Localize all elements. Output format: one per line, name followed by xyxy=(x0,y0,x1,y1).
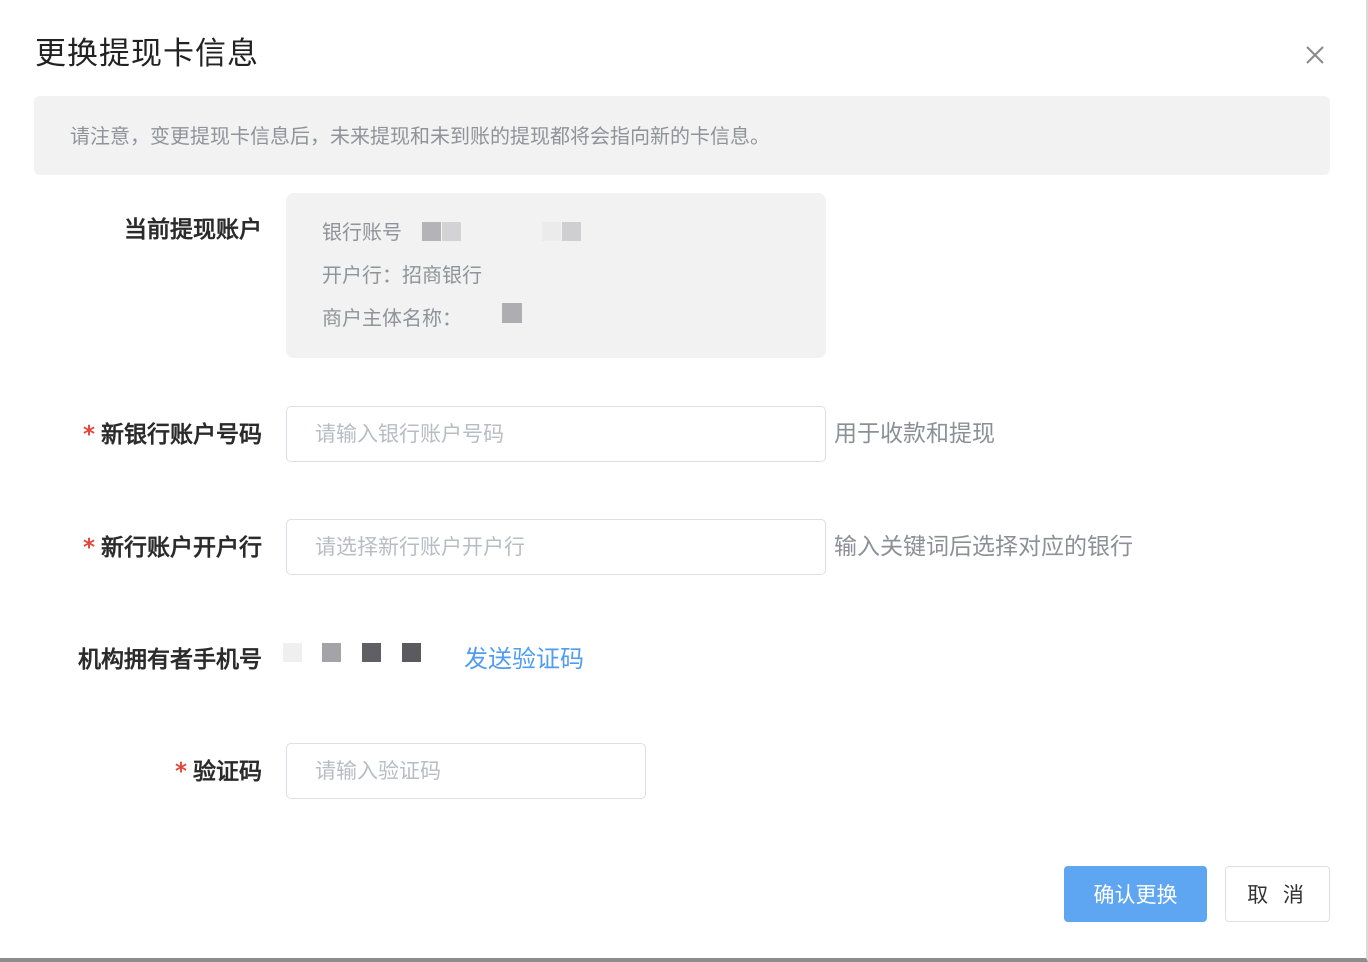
change-withdrawal-card-dialog: 更换提现卡信息 请注意，变更提现卡信息后，未来提现和未到账的提现都将会指向新的卡… xyxy=(0,0,1368,962)
owner-phone-label: 机构拥有者手机号 xyxy=(78,647,262,673)
verification-code-label-text: 验证码 xyxy=(193,759,262,785)
masked-digit xyxy=(542,222,561,241)
new-account-number-input[interactable] xyxy=(286,406,826,462)
required-mark: * xyxy=(82,422,95,448)
cancel-button[interactable]: 取 消 xyxy=(1225,866,1330,922)
new-opening-bank-label-text: 新行账户开户行 xyxy=(101,535,262,561)
close-icon[interactable] xyxy=(1300,40,1330,70)
current-account-box: 银行账号 开户行：招商银行 商户主体名称： xyxy=(286,193,826,358)
required-mark: * xyxy=(82,535,95,561)
confirm-change-button[interactable]: 确认更换 xyxy=(1064,866,1207,922)
current-account-label: 当前提现账户 xyxy=(124,217,262,243)
verification-code-input[interactable] xyxy=(286,743,646,799)
masked-phone-digit xyxy=(402,643,421,662)
notice-banner: 请注意，变更提现卡信息后，未来提现和未到账的提现都将会指向新的卡信息。 xyxy=(34,96,1330,175)
merchant-name-label: 商户主体名称： xyxy=(322,306,462,330)
send-verification-code-link[interactable]: 发送验证码 xyxy=(464,643,584,675)
new-opening-bank-label: * 新行账户开户行 xyxy=(83,532,262,564)
bank-account-label: 银行账号 xyxy=(322,220,402,244)
notice-text: 请注意，变更提现卡信息后，未来提现和未到账的提现都将会指向新的卡信息。 xyxy=(70,124,770,148)
masked-phone-digit xyxy=(283,643,302,662)
new-account-number-label-text: 新银行账户号码 xyxy=(101,422,262,448)
new-opening-bank-hint: 输入关键词后选择对应的银行 xyxy=(834,534,1133,560)
masked-digit xyxy=(442,222,461,241)
new-account-number-label: * 新银行账户号码 xyxy=(83,419,262,451)
opening-bank-text: 开户行：招商银行 xyxy=(322,263,482,287)
masked-digit xyxy=(422,222,441,241)
dialog-title: 更换提现卡信息 xyxy=(35,36,259,72)
masked-merchant-name xyxy=(502,303,522,323)
masked-phone-digit xyxy=(322,643,341,662)
masked-phone-digit xyxy=(362,643,381,662)
verification-code-label: * 验证码 xyxy=(175,756,262,788)
new-opening-bank-select[interactable] xyxy=(286,519,826,575)
masked-digit xyxy=(562,222,581,241)
required-mark: * xyxy=(174,759,187,785)
new-account-number-hint: 用于收款和提现 xyxy=(834,421,995,447)
